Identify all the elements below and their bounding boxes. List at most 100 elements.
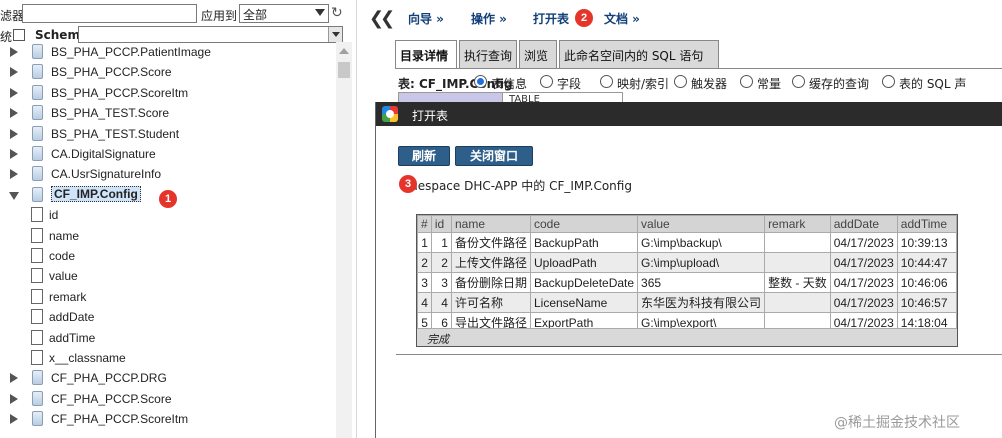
column-header[interactable]: id [430, 215, 452, 233]
tree-table-item[interactable]: CF_PHA_PCCP.ScoreItm [0, 409, 336, 429]
table-cell: 10:44:47 [896, 252, 958, 273]
table-icon [32, 411, 43, 427]
table-row[interactable]: 3 3 备份删除日期 BackupDeleteDate 365 整数 - 天数 04/17/… [417, 272, 958, 293]
apply-to-select[interactable]: 全部 [239, 4, 329, 23]
tree-field-item[interactable]: name [0, 226, 336, 246]
table-row[interactable]: 2 2 上传文件路径 UploadPath G:\imp\upload\ 04/17/20… [417, 252, 958, 273]
tree-item-label: BS_PHA_TEST.Score [51, 106, 170, 121]
table-icon [32, 84, 43, 100]
table-icon [32, 105, 43, 121]
radio-circle-icon[interactable] [474, 75, 487, 88]
collapsed-arrow-icon[interactable] [10, 108, 18, 119]
tab-execute-query[interactable]: 执行查询 [459, 40, 517, 68]
refresh-icon[interactable]: ↻ [331, 5, 347, 21]
table-cell [764, 292, 831, 313]
tree-item-label: CF_PHA_PCCP.Score [51, 391, 172, 406]
collapsed-arrow-icon[interactable] [10, 128, 18, 139]
collapsed-arrow-icon[interactable] [10, 169, 18, 180]
collapsed-arrow-icon[interactable] [10, 393, 18, 404]
table-cell [764, 252, 831, 273]
field-icon [31, 329, 43, 345]
column-header[interactable]: value [637, 215, 766, 233]
column-header[interactable]: name [450, 215, 531, 233]
table-cell [764, 232, 831, 253]
tab-catalog-details[interactable]: 目录详情 [395, 40, 457, 68]
tree-table-item[interactable]: BS_PHA_PCCP.PatientImage [0, 42, 336, 62]
table-cell: G:\imp\upload\ [637, 252, 766, 273]
radio-circle-icon[interactable] [792, 75, 805, 88]
menu-open-table[interactable]: 打开表 [533, 10, 569, 27]
tree-item-label: x__classname [49, 351, 126, 365]
tree-item-label: BS_PHA_PCCP.Score [51, 65, 172, 80]
table-cell: 365 [637, 272, 766, 293]
tree-table-item[interactable]: CA.DigitalSignature [0, 144, 336, 164]
collapsed-arrow-icon[interactable] [10, 87, 18, 98]
column-header[interactable]: addDate [829, 215, 898, 233]
filter-input[interactable] [22, 4, 197, 23]
tree-table-item[interactable]: BS_PHA_PCCP.ScoreItm [0, 83, 336, 103]
chevron-down-icon[interactable] [328, 27, 342, 42]
collapsed-arrow-icon[interactable] [10, 373, 18, 384]
tree-field-item[interactable]: remark [0, 287, 336, 307]
tree-table-item[interactable]: BS_PHA_TEST.Score [0, 103, 336, 123]
column-header[interactable]: # [417, 215, 432, 233]
tree-item-label: id [49, 208, 59, 223]
tree-field-item[interactable]: addTime [0, 328, 336, 348]
tab-browse[interactable]: 浏览 [519, 40, 557, 68]
table-cell: 04/17/2023 [829, 272, 898, 293]
system-checkbox[interactable] [13, 29, 25, 41]
tree-field-item[interactable]: code [0, 246, 336, 266]
collapsed-arrow-icon[interactable] [10, 67, 18, 78]
table-cell: 整数 - 天数 [764, 272, 831, 293]
tree-table-item[interactable]: BS_PHA_PCCP.Score [0, 62, 336, 82]
table-cell: 备份文件路径 [450, 232, 531, 253]
radio-circle-icon[interactable] [600, 75, 613, 88]
tree-field-item[interactable]: id [0, 205, 336, 225]
expanded-arrow-icon[interactable] [9, 191, 19, 200]
column-header[interactable]: remark [764, 215, 831, 233]
table-cell: 2 [417, 252, 432, 273]
menu-docs[interactable]: 文档 » [604, 10, 640, 27]
collapsed-arrow-icon[interactable] [10, 47, 18, 57]
table-icon [32, 64, 43, 80]
tree-table-item[interactable]: BS_PHA_TEST.Student [0, 124, 336, 144]
tree-table-item[interactable]: CF_PHA_PCCP.Score [0, 389, 336, 409]
field-icon [31, 268, 43, 284]
step-badge-2: 2 [575, 9, 593, 27]
refresh-button[interactable]: 刷新 [398, 146, 450, 166]
table-icon [32, 44, 43, 59]
collapsed-arrow-icon[interactable] [10, 414, 18, 425]
collapsed-arrow-icon[interactable] [10, 149, 18, 159]
schema-select[interactable] [78, 26, 343, 43]
menu-actions[interactable]: 操作 » [471, 10, 507, 27]
scrollbar-thumb[interactable] [338, 62, 350, 78]
collapse-panel-icon[interactable]: ❮❮ [369, 8, 395, 29]
radio-circle-icon[interactable] [740, 75, 753, 88]
tree-item-label: CF_PHA_PCCP.DRG [51, 371, 167, 386]
menu-wizard[interactable]: 向导 » [408, 10, 444, 27]
table-row[interactable]: 4 4 许可名称 LicenseName 东华医为科技有限公司 04/17/2023 10:… [417, 292, 958, 313]
radio-circle-icon[interactable] [882, 75, 895, 88]
tree-item-label: addDate [49, 310, 95, 325]
table-cell: UploadPath [529, 252, 639, 273]
tree-field-item[interactable]: value [0, 266, 336, 286]
table-cell: BackupPath [529, 232, 639, 253]
scroll-up-icon[interactable] [339, 48, 349, 54]
column-header[interactable]: code [529, 215, 639, 233]
table-row[interactable]: 1 1 备份文件路径 BackupPath G:\imp\backup\ 04/17/20… [417, 232, 958, 253]
tree-scrollbar[interactable] [336, 42, 352, 438]
tree-field-item[interactable]: addDate [0, 307, 336, 327]
field-icon [31, 350, 43, 365]
dialog-titlebar[interactable]: 打开表 [376, 102, 1002, 126]
close-window-button[interactable]: 关闭窗口 [455, 146, 533, 166]
radio-label: 缓存的查询 [809, 77, 870, 91]
tree-table-item[interactable]: CF_PHA_PCCP.DRG [0, 368, 336, 388]
column-header[interactable]: addTime [896, 215, 958, 233]
tree-item-label: addTime [49, 330, 96, 345]
tab-sql-statements[interactable]: 此命名空间内的 SQL 语句 [559, 40, 719, 68]
tree-table-item[interactable]: CA.UsrSignatureInfo [0, 164, 336, 184]
step-badge-3: 3 [399, 175, 417, 193]
radio-circle-icon[interactable] [540, 75, 553, 88]
radio-circle-icon[interactable] [674, 75, 687, 88]
tree-field-item[interactable]: x__classname [0, 348, 336, 368]
